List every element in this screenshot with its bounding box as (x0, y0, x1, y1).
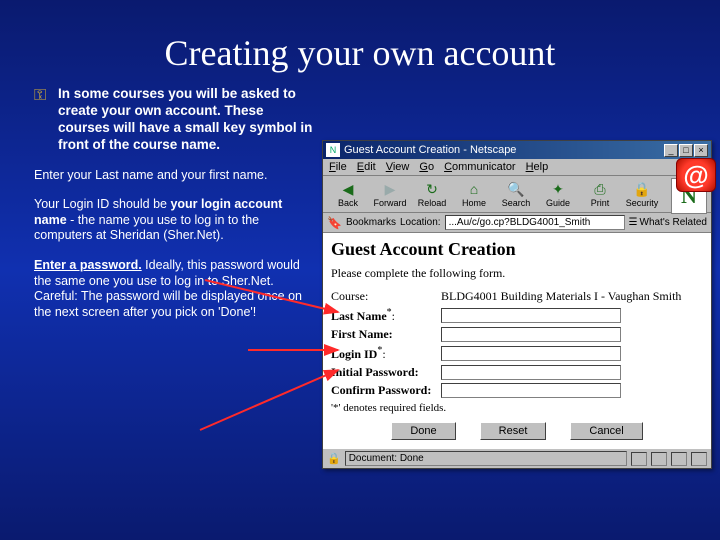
bullet-text: In some courses you will be asked to cre… (58, 86, 314, 154)
reset-button[interactable]: Reset (480, 422, 547, 440)
status-lock-icon: 🔒 (327, 452, 341, 465)
home-icon: ⌂ (464, 180, 484, 198)
login-bold: Login ID (331, 347, 377, 361)
bullet-item: ⚿ In some courses you will be asked to c… (34, 86, 314, 154)
para-names: Enter your Last name and your first name… (34, 168, 314, 184)
lastname-bold: Last Name (331, 309, 387, 323)
page-content: Guest Account Creation Please complete t… (323, 233, 711, 448)
row-firstname: First Name: (331, 327, 703, 342)
ipw-input[interactable] (441, 365, 621, 380)
menu-view[interactable]: View (386, 161, 410, 173)
cpw-bold: Confirm Password: (331, 383, 431, 397)
forward-icon: ▶ (380, 180, 400, 198)
search-label: Search (502, 198, 531, 208)
browser-window: N Guest Account Creation - Netscape _ □ … (322, 140, 712, 469)
cancel-button[interactable]: Cancel (570, 422, 642, 440)
toolbar: ◀Back ▶Forward ↻Reload ⌂Home 🔍Search ✦Gu… (323, 176, 711, 213)
whats-related[interactable]: ☰What's Related (629, 217, 707, 228)
guide-label: Guide (546, 198, 570, 208)
key-icon: ⚿ (34, 86, 58, 154)
print-label: Print (591, 198, 610, 208)
login-input[interactable] (441, 346, 621, 361)
menu-edit[interactable]: Edit (357, 161, 376, 173)
para-login: Your Login ID should be your login accou… (34, 197, 314, 244)
lock-icon: 🔒 (632, 180, 652, 198)
ipw-bold: Initial Password: (331, 365, 419, 379)
menu-communicator[interactable]: Communicator (444, 161, 516, 173)
menu-help[interactable]: Help (526, 161, 549, 173)
close-button[interactable]: × (694, 144, 708, 157)
back-label: Back (338, 198, 358, 208)
course-value: BLDG4001 Building Materials I - Vaughan … (441, 289, 681, 304)
cpw-input[interactable] (441, 383, 621, 398)
related-icon: ☰ (629, 217, 638, 228)
status-text: Document: Done (345, 451, 627, 466)
menubar: File Edit View Go Communicator Help (323, 159, 711, 176)
forward-label: Forward (373, 198, 406, 208)
menu-file[interactable]: File (329, 161, 347, 173)
row-login: Login ID*: (331, 345, 703, 362)
status-box-2 (651, 452, 667, 466)
guide-icon: ✦ (548, 180, 568, 198)
para-password: Enter a password. Ideally, this password… (34, 258, 314, 321)
bookmarks-label[interactable]: Bookmarks (346, 217, 396, 228)
para-pw-lead: Enter a password. (34, 258, 142, 272)
row-course: Course: BLDG4001 Building Materials I - … (331, 289, 703, 304)
minimize-button[interactable]: _ (664, 144, 678, 157)
app-icon: N (326, 143, 340, 157)
status-box-4 (691, 452, 707, 466)
statusbar: 🔒 Document: Done (323, 448, 711, 468)
row-ipw: Initial Password: (331, 365, 703, 380)
status-box-3 (671, 452, 687, 466)
guide-button[interactable]: ✦Guide (537, 178, 579, 210)
page-lead: Please complete the following form. (331, 266, 703, 281)
firstname-bold: First Name: (331, 327, 393, 341)
login-label: Login ID*: (331, 345, 441, 362)
firstname-input[interactable] (441, 327, 621, 342)
para-login-pre: Your Login ID should be (34, 197, 170, 211)
at-badge-icon: @ (676, 158, 716, 192)
location-bar: 🔖 Bookmarks Location: ...Au/c/go.cp?BLDG… (323, 213, 711, 233)
cpw-label: Confirm Password: (331, 383, 441, 398)
search-icon: 🔍 (506, 180, 526, 198)
lastname-input[interactable] (441, 308, 621, 323)
back-icon: ◀ (338, 180, 358, 198)
required-note: '*' denotes required fields. (331, 402, 703, 414)
print-icon: ⎙ (590, 180, 610, 198)
course-label: Course: (331, 289, 441, 304)
row-cpw: Confirm Password: (331, 383, 703, 398)
home-label: Home (462, 198, 486, 208)
related-label: What's Related (640, 217, 708, 228)
search-button[interactable]: 🔍Search (495, 178, 537, 210)
window-title: Guest Account Creation - Netscape (344, 144, 664, 156)
forward-button[interactable]: ▶Forward (369, 178, 411, 210)
row-lastname: Last Name*: (331, 307, 703, 324)
ipw-label: Initial Password: (331, 365, 441, 380)
lastname-label: Last Name*: (331, 307, 441, 324)
page-heading: Guest Account Creation (331, 239, 703, 260)
location-field[interactable]: ...Au/c/go.cp?BLDG4001_Smith (445, 215, 625, 230)
slide-title: Creating your own account (0, 0, 720, 86)
done-button[interactable]: Done (391, 422, 455, 440)
button-row: Done Reset Cancel (331, 422, 703, 440)
menu-go[interactable]: Go (419, 161, 434, 173)
security-label: Security (626, 198, 659, 208)
location-label: Location: (400, 217, 441, 228)
left-column: ⚿ In some courses you will be asked to c… (34, 86, 314, 335)
para-login-post: - the name you use to log in to the comp… (34, 213, 259, 243)
home-button[interactable]: ⌂Home (453, 178, 495, 210)
bookmarks-icon[interactable]: 🔖 (327, 216, 342, 230)
reload-button[interactable]: ↻Reload (411, 178, 453, 210)
status-box-1 (631, 452, 647, 466)
security-button[interactable]: 🔒Security (621, 178, 663, 210)
reload-label: Reload (418, 198, 447, 208)
maximize-button[interactable]: □ (679, 144, 693, 157)
firstname-label: First Name: (331, 327, 441, 342)
print-button[interactable]: ⎙Print (579, 178, 621, 210)
titlebar: N Guest Account Creation - Netscape _ □ … (323, 141, 711, 159)
back-button[interactable]: ◀Back (327, 178, 369, 210)
reload-icon: ↻ (422, 180, 442, 198)
